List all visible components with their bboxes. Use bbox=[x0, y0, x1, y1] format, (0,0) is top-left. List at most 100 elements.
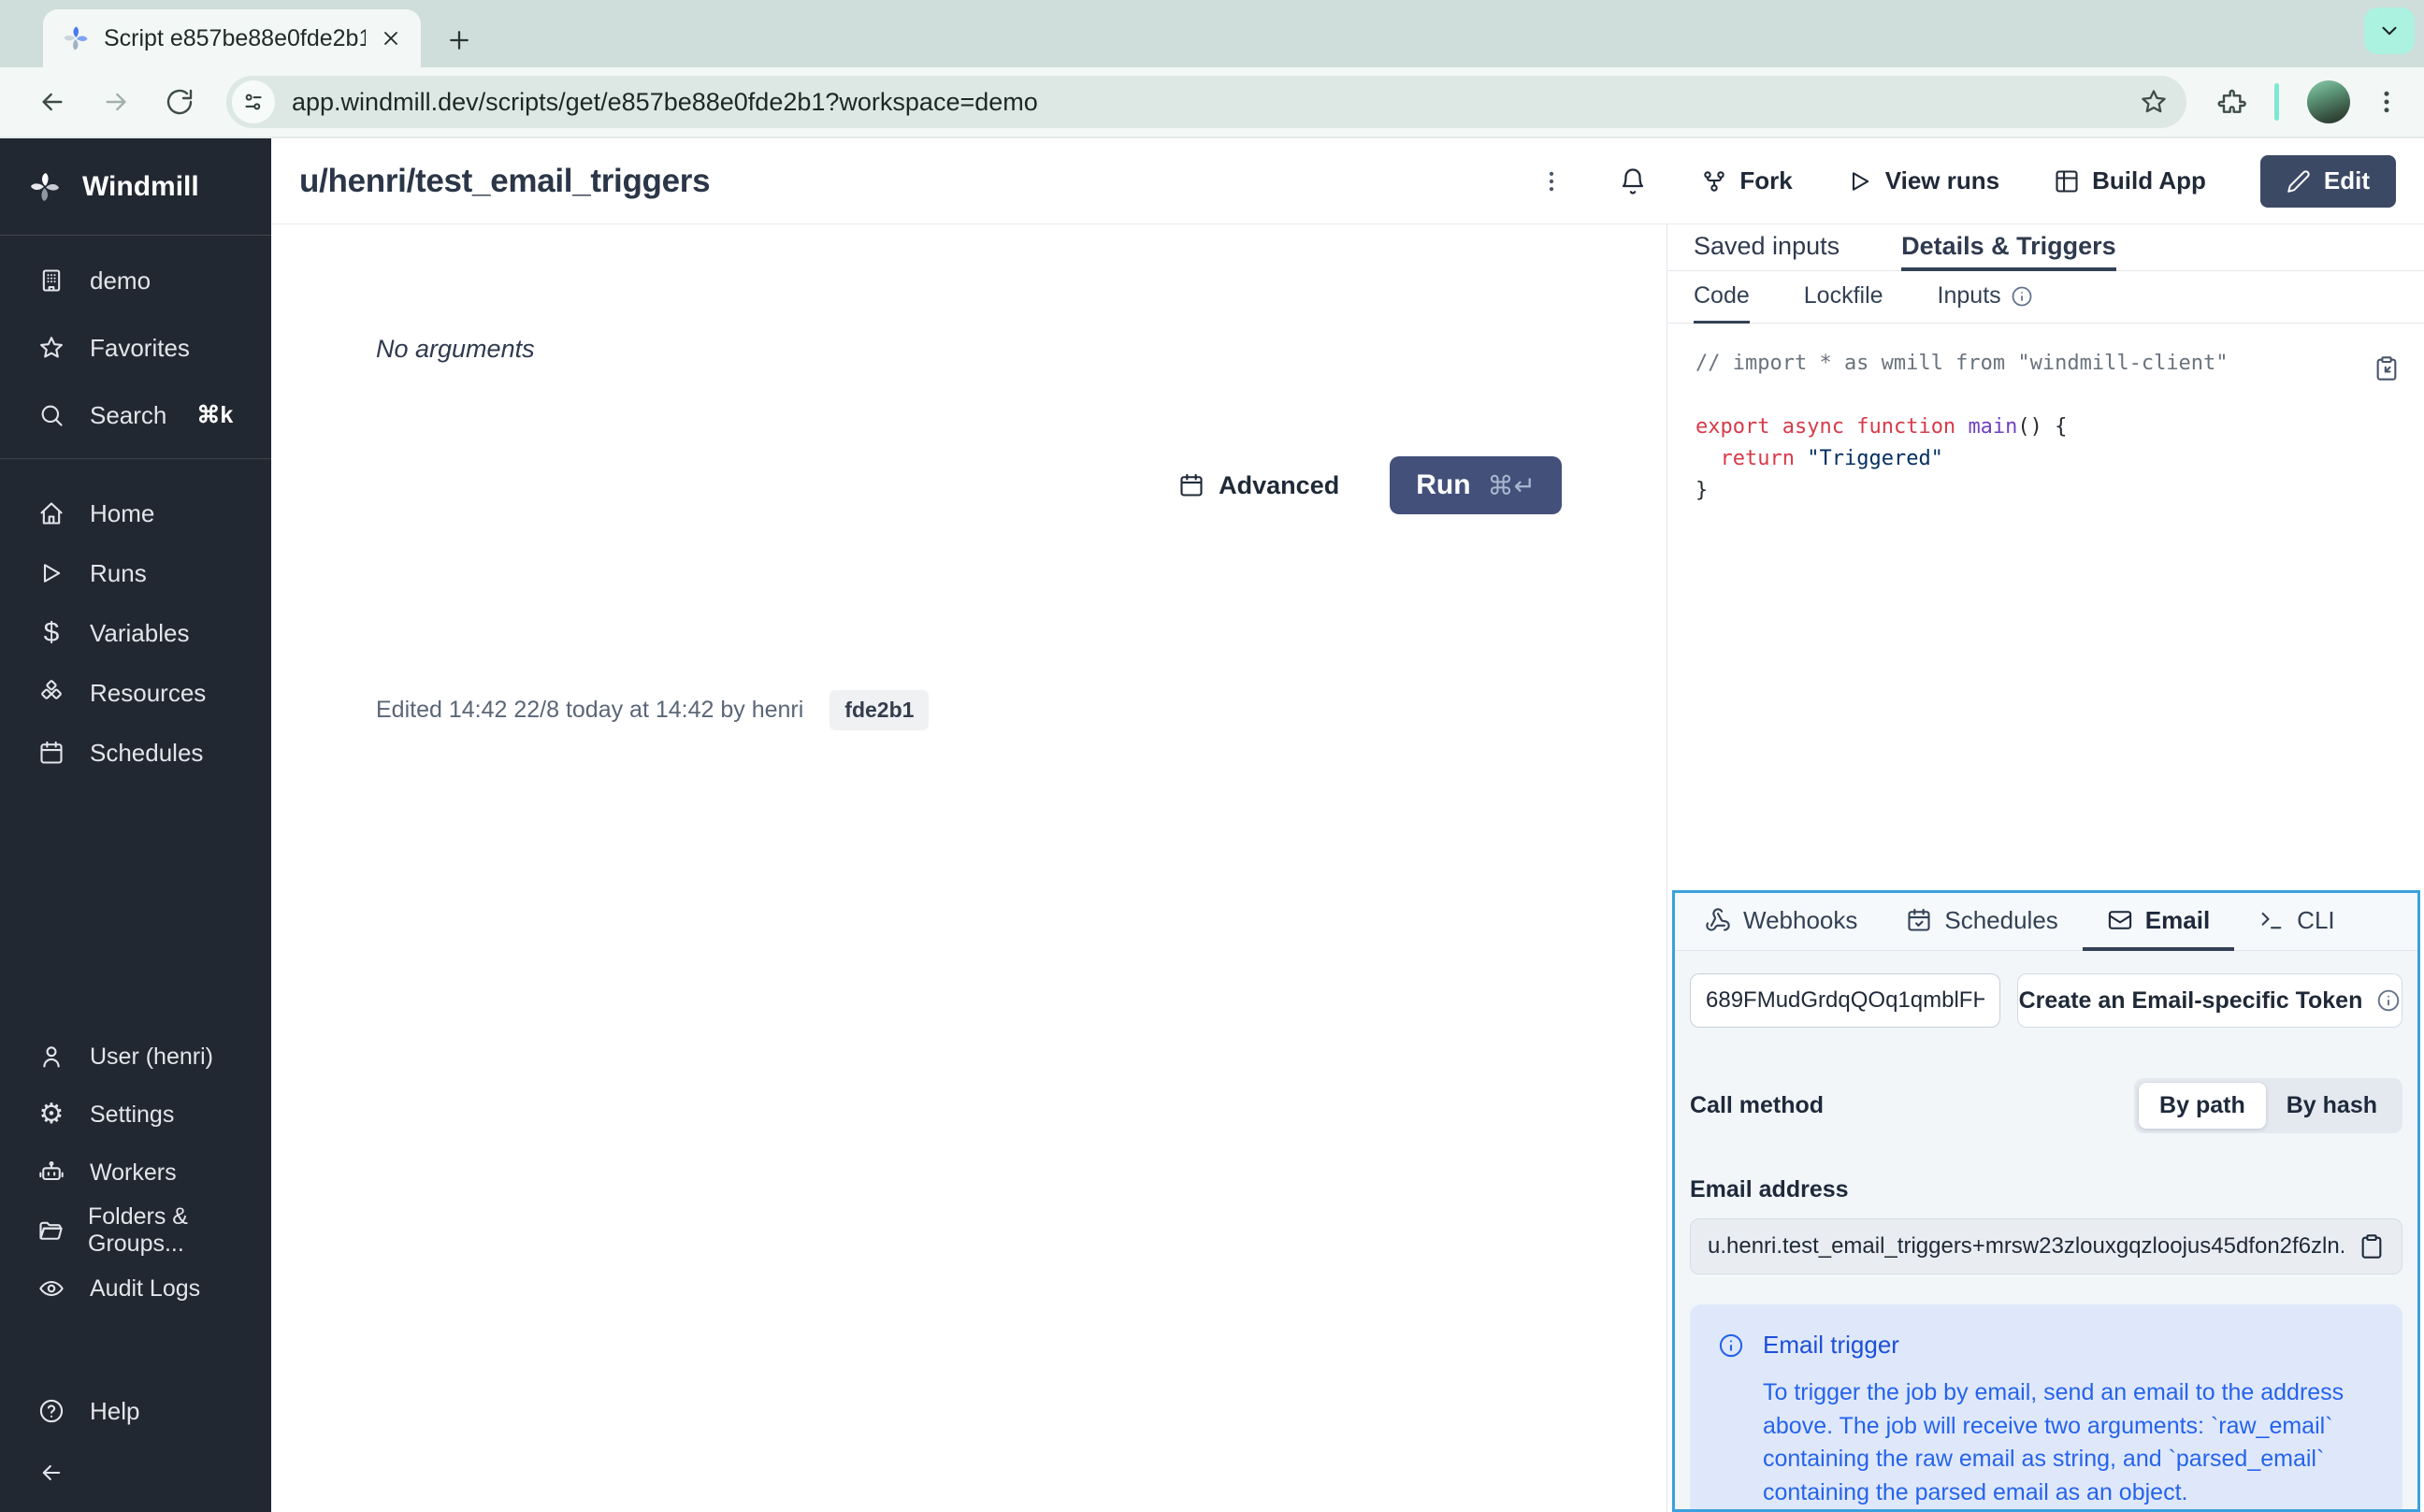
collapse-arrow-icon bbox=[37, 1460, 65, 1486]
sidebar-item-audit-logs[interactable]: Audit Logs bbox=[0, 1260, 271, 1318]
sidebar-item-label: Settings bbox=[90, 1102, 174, 1129]
email-address-field[interactable]: u.henri.test_email_triggers+mrsw23zlouxg… bbox=[1690, 1218, 2402, 1274]
boxes-icon bbox=[37, 680, 65, 706]
robot-icon bbox=[37, 1159, 65, 1186]
terminal-icon bbox=[2258, 907, 2285, 933]
bell-icon[interactable] bbox=[1619, 167, 1647, 195]
sidebar-item-label: Workers bbox=[90, 1159, 177, 1187]
page-title: u/henri/test_email_triggers bbox=[299, 163, 710, 200]
tab-title: Script e857be88e0fde2b1 | W bbox=[104, 25, 366, 52]
avatar[interactable] bbox=[2307, 80, 2350, 123]
mail-icon bbox=[2107, 907, 2133, 933]
sidebar-item-runs[interactable]: Runs bbox=[0, 543, 271, 603]
sidebar-item-label: Schedules bbox=[90, 739, 203, 768]
create-email-token-button[interactable]: Create an Email-specific Token bbox=[2017, 973, 2402, 1028]
folder-icon bbox=[37, 1217, 64, 1244]
sidebar-item-search[interactable]: Search ⌘k bbox=[0, 382, 271, 449]
info-icon bbox=[2376, 988, 2401, 1013]
sidebar-item-label: Audit Logs bbox=[90, 1275, 200, 1303]
sidebar-item-label: Resources bbox=[90, 679, 206, 708]
copy-code-icon[interactable] bbox=[2374, 355, 2400, 382]
triggers-panel: Webhooks Schedules bbox=[1672, 890, 2420, 1512]
tab-cli[interactable]: CLI bbox=[2234, 893, 2359, 951]
home-icon bbox=[37, 500, 65, 526]
tab-details-triggers[interactable]: Details & Triggers bbox=[1901, 224, 2116, 271]
sidebar-collapse[interactable] bbox=[0, 1445, 271, 1501]
play-icon bbox=[37, 560, 65, 586]
sidebar-item-label: Search bbox=[90, 401, 166, 430]
tab-cli-label: CLI bbox=[2297, 906, 2334, 935]
fork-button[interactable]: Fork bbox=[1701, 166, 1792, 195]
extensions-icon[interactable] bbox=[2216, 87, 2246, 117]
by-hash-option[interactable]: By hash bbox=[2266, 1083, 2398, 1129]
token-row: Create an Email-specific Token bbox=[1690, 973, 2402, 1028]
body-split: No arguments Advanced Run ⌘↵ bbox=[271, 224, 2424, 1512]
edit-button[interactable]: Edit bbox=[2260, 155, 2396, 208]
build-app-button[interactable]: Build App bbox=[2054, 166, 2206, 195]
sidebar-item-workspace[interactable]: demo bbox=[0, 247, 271, 314]
email-address-value: u.henri.test_email_triggers+mrsw23zlouxg… bbox=[1708, 1233, 2344, 1260]
sidebar-item-schedules[interactable]: Schedules bbox=[0, 723, 271, 783]
tab-search-button[interactable] bbox=[2364, 7, 2415, 54]
view-runs-button[interactable]: View runs bbox=[1847, 166, 1999, 195]
call-method-row: Call method By path By hash bbox=[1690, 1078, 2402, 1133]
tab-saved-inputs[interactable]: Saved inputs bbox=[1694, 224, 1840, 271]
sidebar-item-label: Favorites bbox=[90, 334, 190, 363]
help-icon bbox=[37, 1398, 65, 1424]
tab-schedules-label: Schedules bbox=[1944, 906, 2057, 935]
view-runs-label: View runs bbox=[1885, 166, 1999, 195]
page-header: u/henri/test_email_triggers Fork bbox=[271, 138, 2424, 224]
sidebar-item-label: Runs bbox=[90, 559, 147, 588]
clipboard-icon[interactable] bbox=[2359, 1233, 2385, 1260]
tab-close-icon[interactable] bbox=[380, 27, 402, 50]
bookmark-star-icon[interactable] bbox=[2140, 88, 2168, 116]
subtab-lockfile[interactable]: Lockfile bbox=[1804, 271, 1883, 324]
url-bar[interactable]: app.windmill.dev/scripts/get/e857be88e0f… bbox=[226, 76, 2186, 128]
advanced-button[interactable]: Advanced bbox=[1178, 471, 1339, 500]
sidebar-item-home[interactable]: Home bbox=[0, 483, 271, 543]
forward-icon[interactable] bbox=[101, 87, 131, 117]
sidebar-item-variables[interactable]: $ Variables bbox=[0, 603, 271, 663]
dollar-icon: $ bbox=[37, 619, 65, 647]
header-actions: Fork View runs Build App bbox=[1538, 155, 2396, 208]
brand[interactable]: Windmill bbox=[0, 138, 271, 236]
toolbar-divider bbox=[2274, 83, 2279, 121]
edit-label: Edit bbox=[2324, 166, 2370, 195]
by-path-option[interactable]: By path bbox=[2139, 1083, 2266, 1129]
star-icon bbox=[37, 335, 65, 361]
sidebar-item-favorites[interactable]: Favorites bbox=[0, 314, 271, 382]
browser-menu-icon[interactable] bbox=[2373, 88, 2401, 116]
site-settings-icon[interactable] bbox=[232, 80, 275, 123]
sidebar-item-settings[interactable]: ⚙ Settings bbox=[0, 1086, 271, 1144]
more-menu-icon[interactable] bbox=[1538, 168, 1565, 194]
info-box-header: Email trigger bbox=[1718, 1331, 2374, 1360]
browser-tab[interactable]: Script e857be88e0fde2b1 | W bbox=[43, 9, 421, 67]
sidebar-item-workers[interactable]: Workers bbox=[0, 1144, 271, 1202]
eye-icon bbox=[37, 1275, 65, 1302]
version-hash-badge[interactable]: fde2b1 bbox=[830, 690, 929, 730]
run-button[interactable]: Run ⌘↵ bbox=[1390, 456, 1562, 514]
sidebar-item-label: Folders & Groups... bbox=[88, 1203, 271, 1258]
sidebar-item-user[interactable]: User (henri) bbox=[0, 1028, 271, 1086]
sidebar-item-resources[interactable]: Resources bbox=[0, 663, 271, 723]
script-run-area: No arguments Advanced Run ⌘↵ bbox=[271, 224, 1666, 1512]
back-icon[interactable] bbox=[37, 87, 67, 117]
tab-webhooks[interactable]: Webhooks bbox=[1681, 893, 1882, 951]
sidebar-item-help[interactable]: Help bbox=[0, 1377, 271, 1445]
new-tab-icon[interactable] bbox=[445, 26, 473, 54]
calendar-icon bbox=[1906, 907, 1932, 933]
tab-email[interactable]: Email bbox=[2083, 893, 2234, 951]
sidebar-item-folders-groups[interactable]: Folders & Groups... bbox=[0, 1202, 271, 1260]
build-app-label: Build App bbox=[2092, 166, 2206, 195]
subtab-inputs-label: Inputs bbox=[1938, 282, 2001, 310]
run-row: Advanced Run ⌘↵ bbox=[1178, 456, 1562, 514]
subtab-code[interactable]: Code bbox=[1694, 271, 1750, 324]
subtab-inputs[interactable]: Inputs bbox=[1938, 271, 2033, 324]
sidebar-bottom-group: User (henri) ⚙ Settings Workers Fold bbox=[0, 1028, 271, 1318]
tab-schedules[interactable]: Schedules bbox=[1882, 893, 2082, 951]
run-label: Run bbox=[1416, 469, 1470, 501]
email-token-input[interactable] bbox=[1690, 973, 2000, 1028]
pencil-icon bbox=[2287, 169, 2311, 194]
info-box-body: To trigger the job by email, send an ema… bbox=[1763, 1376, 2371, 1509]
refresh-icon[interactable] bbox=[165, 87, 195, 117]
